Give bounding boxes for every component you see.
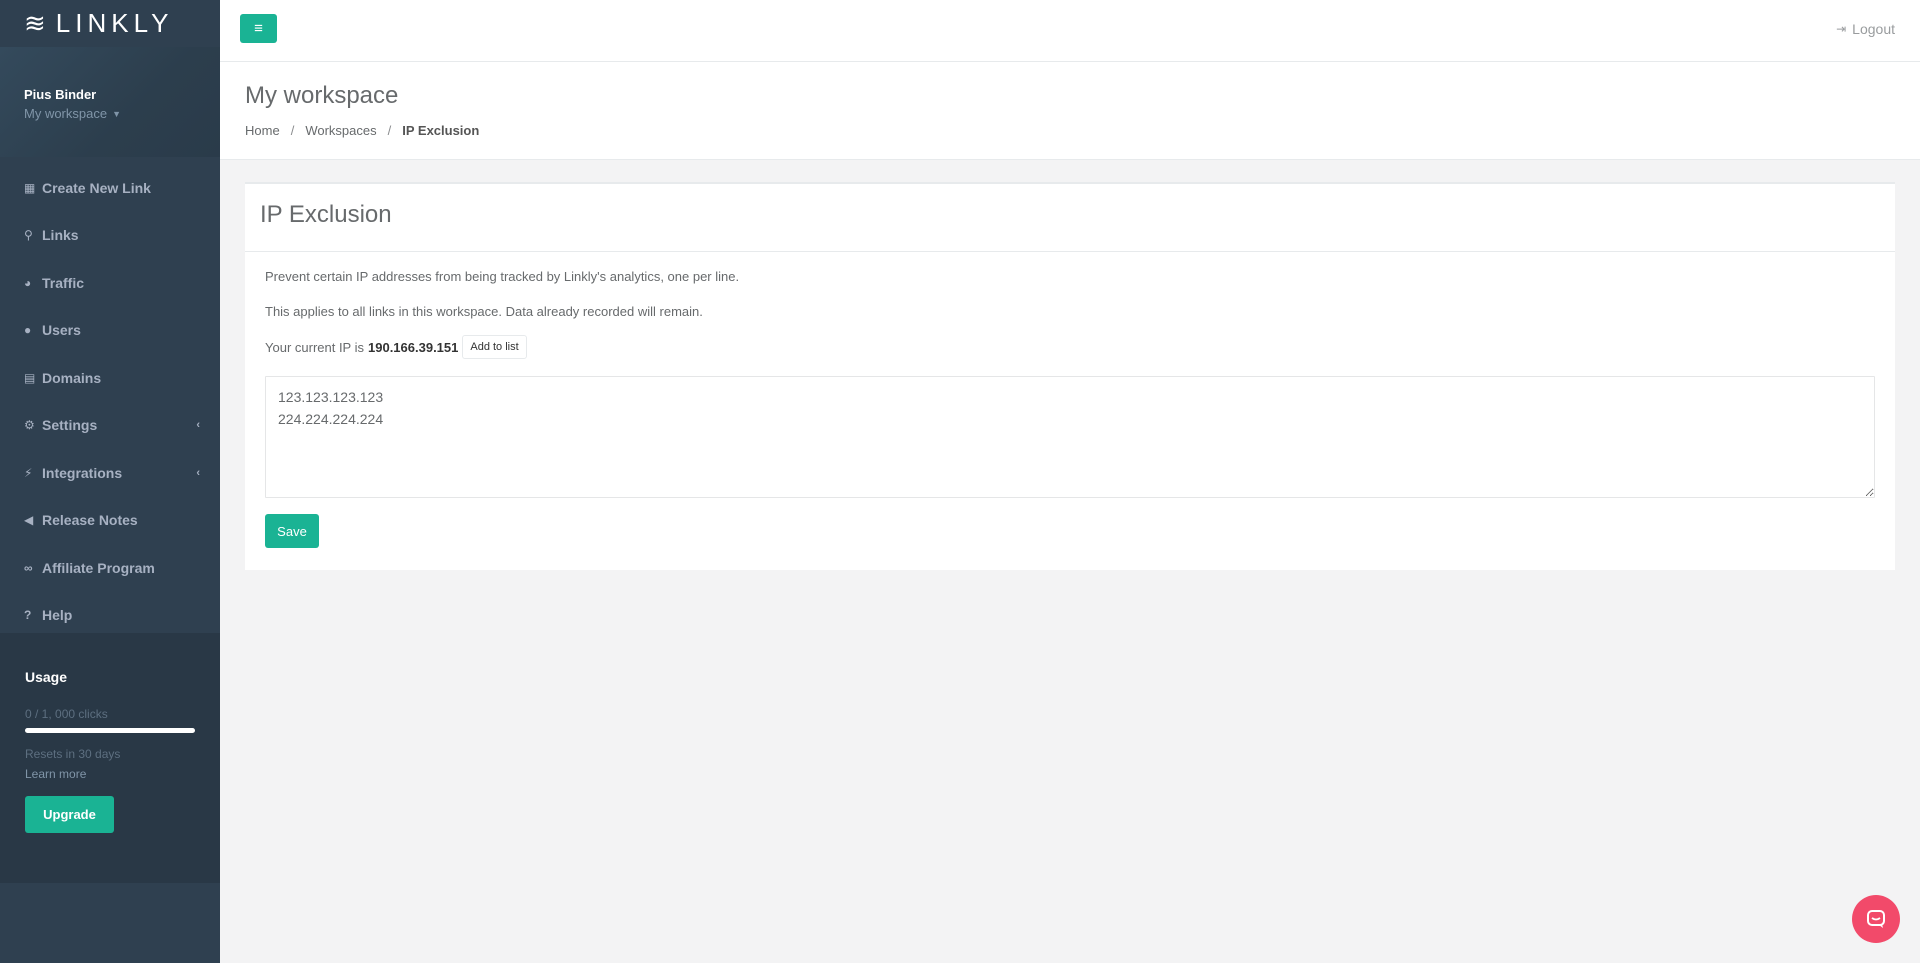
sidebar-item-integrations[interactable]: ⚡ Integrations ‹ <box>0 449 220 497</box>
sidebar-item-release-notes[interactable]: ◀ Release Notes <box>0 497 220 545</box>
top-bar: ≡ ⇥ Logout <box>220 0 1920 62</box>
usage-title: Usage <box>25 669 68 685</box>
brand-logo[interactable]: ≋ LINKLY <box>0 0 220 47</box>
sidebar-item-links[interactable]: ⚲ Links <box>0 212 220 260</box>
chat-launcher-button[interactable] <box>1852 895 1900 943</box>
sidebar-item-label: Settings <box>42 417 98 434</box>
user-icon: ● <box>24 323 32 338</box>
sidebar-item-label: Affiliate Program <box>42 559 155 576</box>
workspace-switcher[interactable]: My workspace ▼ <box>24 106 196 121</box>
menu-toggle-button[interactable]: ≡ <box>240 14 277 43</box>
ip-exclusion-card: IP Exclusion Prevent certain IP addresse… <box>245 182 1895 570</box>
question-icon: ? <box>24 608 32 623</box>
breadcrumb-current: IP Exclusion <box>402 123 480 138</box>
sidebar-item-domains[interactable]: ▤ Domains <box>0 354 220 402</box>
chat-icon <box>1867 910 1885 928</box>
breadcrumb-separator: / <box>290 123 295 138</box>
learn-more-link[interactable]: Learn more <box>25 767 195 781</box>
hamburger-icon: ≡ <box>254 20 263 37</box>
sidebar-item-label: Links <box>42 227 79 244</box>
sidebar-item-label: Traffic <box>42 274 85 291</box>
bullhorn-icon: ◀ <box>24 513 34 528</box>
description-text: This applies to all links in this worksp… <box>265 304 703 319</box>
usage-panel: Usage 0 / 1, 000 clicks Resets in 30 day… <box>0 633 220 883</box>
pie-chart-icon: ◕ <box>24 275 32 290</box>
link-icon: ⚲ <box>24 228 33 243</box>
card-body: Prevent certain IP addresses from being … <box>245 252 1895 548</box>
breadcrumb-separator: / <box>387 123 392 138</box>
grid-icon: ▦ <box>24 180 36 195</box>
current-ip-row: Your current IP is 190.166.39.151 Add to… <box>265 335 1875 359</box>
sidebar-nav: ▦ Create New Link ⚲ Links ◕ Traffic ● Us… <box>0 157 220 639</box>
usage-clicks: 0 / 1, 000 clicks <box>25 707 108 721</box>
caret-down-icon: ▼ <box>112 108 121 119</box>
breadcrumb-home[interactable]: Home <box>245 123 280 138</box>
logout-label: Logout <box>1852 21 1895 37</box>
breadcrumb: Home / Workspaces / IP Exclusion <box>245 123 1920 138</box>
ip-list-textarea[interactable] <box>265 376 1875 498</box>
sidebar-item-label: Help <box>42 607 73 624</box>
usage-reset-text: Resets in 30 days <box>25 747 121 761</box>
cogs-icon: ⚙ <box>24 418 35 433</box>
save-button[interactable]: Save <box>265 514 319 548</box>
profile-name: Pius Binder <box>24 87 97 102</box>
sidebar-item-label: Release Notes <box>42 512 138 529</box>
logo-text: LINKLY <box>55 8 174 38</box>
sidebar-item-affiliate-program[interactable]: ∞ Affiliate Program <box>0 544 220 592</box>
current-ip-value: 190.166.39.151 <box>368 339 459 355</box>
plug-icon: ⚡ <box>24 465 33 480</box>
upgrade-button[interactable]: Upgrade <box>25 796 114 833</box>
breadcrumb-workspaces[interactable]: Workspaces <box>305 123 376 138</box>
logo-mark-icon: ≋ <box>24 8 46 38</box>
sidebar-item-label: Domains <box>42 369 102 386</box>
chevron-left-icon: ‹ <box>196 419 200 432</box>
page-heading: My workspace Home / Workspaces / IP Excl… <box>220 62 1920 160</box>
description-text: Prevent certain IP addresses from being … <box>265 269 740 284</box>
sidebar-item-label: Integrations <box>42 464 123 481</box>
add-to-list-button[interactable]: Add to list <box>462 335 527 359</box>
sign-out-icon: ⇥ <box>1836 22 1847 36</box>
sidebar: ≋ LINKLY Pius Binder My workspace ▼ ▦ Cr… <box>0 0 220 963</box>
handshake-icon: ∞ <box>24 560 33 575</box>
card-title: IP Exclusion <box>245 184 1895 252</box>
current-ip-label: Your current IP is <box>265 339 364 355</box>
sidebar-item-help[interactable]: ? Help <box>0 592 220 640</box>
usage-progress-bar <box>25 728 195 733</box>
sidebar-item-create-new-link[interactable]: ▦ Create New Link <box>0 164 220 212</box>
app-root: ≋ LINKLY Pius Binder My workspace ▼ ▦ Cr… <box>0 0 1920 963</box>
server-icon: ▤ <box>24 370 36 385</box>
chevron-left-icon: ‹ <box>196 466 200 479</box>
sidebar-item-label: Users <box>42 322 81 339</box>
page-title: My workspace <box>245 82 399 109</box>
logout-link[interactable]: ⇥ Logout <box>1836 21 1895 37</box>
sidebar-item-settings[interactable]: ⚙ Settings ‹ <box>0 402 220 450</box>
sidebar-item-traffic[interactable]: ◕ Traffic <box>0 259 220 307</box>
sidebar-item-label: Create New Link <box>42 179 151 196</box>
workspace-name: My workspace <box>24 106 108 121</box>
sidebar-item-users[interactable]: ● Users <box>0 307 220 355</box>
profile-block: Pius Binder My workspace ▼ <box>0 47 220 157</box>
